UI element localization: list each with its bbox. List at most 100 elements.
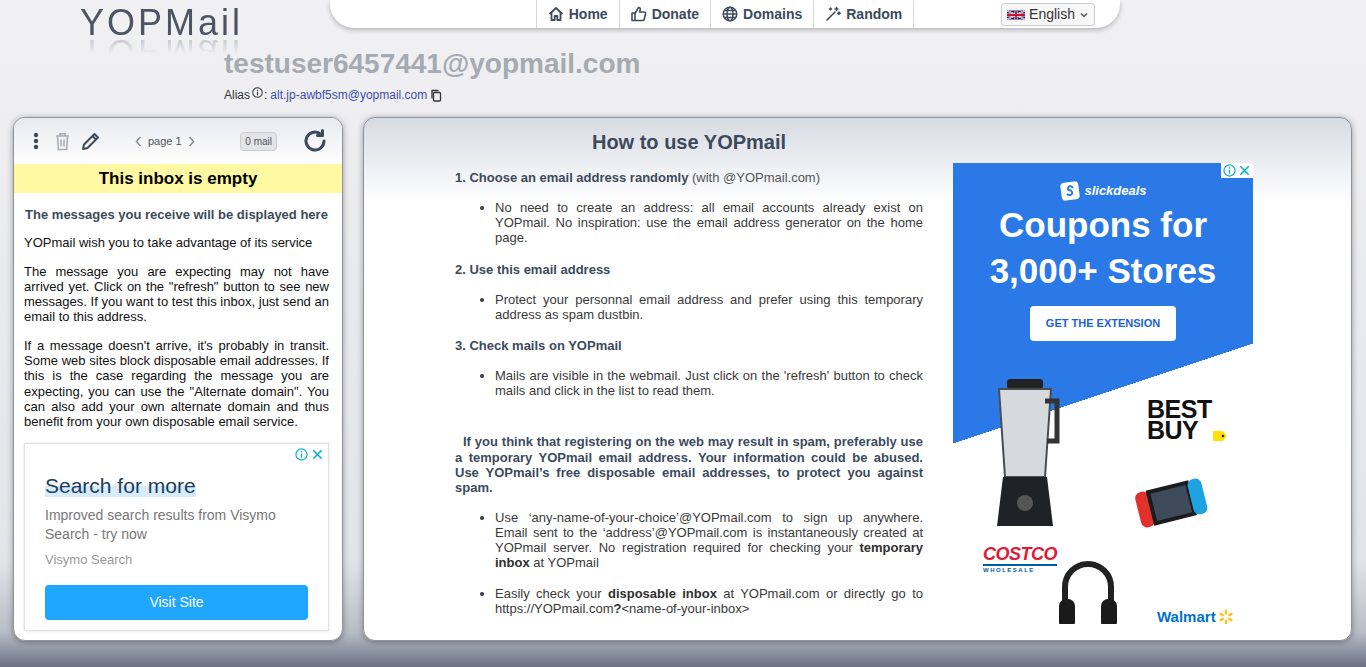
ad-info-icon[interactable] bbox=[295, 448, 308, 461]
help-paragraph: If a message doesn't arrive, it's probab… bbox=[24, 338, 329, 430]
brand-logo: Walmart bbox=[1157, 608, 1234, 624]
help-title: How to use YOPmail bbox=[455, 130, 923, 154]
inbox-address: testuser6457441@yopmail.com bbox=[224, 48, 640, 79]
language-select[interactable]: English bbox=[1001, 3, 1095, 26]
brand-logo: COSTCO WHOLESALE bbox=[983, 545, 1057, 573]
step-heading: 3. Check mails on YOPmail bbox=[455, 338, 923, 353]
text-segment: Easily check your bbox=[495, 586, 608, 601]
nav-item[interactable]: Domains bbox=[710, 0, 813, 28]
step-bullet: Mails are visible in the webmail. Just c… bbox=[495, 368, 923, 398]
menu-icon[interactable] bbox=[33, 132, 39, 150]
nav-label: Random bbox=[846, 4, 902, 25]
ad-close-icon[interactable] bbox=[1238, 164, 1251, 177]
ad-info-icon[interactable] bbox=[1223, 164, 1236, 177]
dropdown-arrow-icon bbox=[1079, 10, 1089, 20]
nav-item[interactable]: Home bbox=[536, 0, 619, 28]
text-segment: <name-of-your-inbox> bbox=[621, 601, 749, 616]
pencil-icon[interactable] bbox=[81, 132, 100, 151]
alias-line: Alias:alt.jp-awbf5sm@yopmail.com bbox=[224, 87, 1366, 103]
step-bullet: Protect your personnal email address and… bbox=[495, 292, 923, 322]
brand-name: Walmart bbox=[1157, 608, 1216, 624]
promo-ad[interactable]: slickdealsCoupons for3,000+ Stores GET TH… bbox=[953, 163, 1253, 624]
info-icon[interactable] bbox=[252, 87, 263, 98]
blender-icon bbox=[985, 379, 1065, 526]
previous-page-icon[interactable] bbox=[135, 136, 142, 147]
ad-advertiser: Visymo Search bbox=[45, 551, 308, 568]
visit-site-button[interactable]: Visit Site bbox=[45, 585, 308, 620]
ad-headline: 3,000+ Stores bbox=[953, 248, 1253, 294]
empty-banner: This inbox is empty bbox=[14, 164, 342, 193]
ad-headline: Coupons for bbox=[953, 202, 1253, 248]
help-panel: How to use YOPmail 1. Choose an email add… bbox=[363, 117, 1352, 641]
step-heading: 1. Choose an email address randomly (wit… bbox=[455, 170, 923, 185]
text-segment: 3. Check mails on YOPmail bbox=[455, 338, 622, 353]
alias-separator: : bbox=[264, 87, 267, 103]
price-tag-icon bbox=[1213, 431, 1227, 441]
uk-flag-icon bbox=[1007, 9, 1025, 21]
nav-label: Donate bbox=[652, 4, 699, 25]
notice-bullets: Use ‘any-name-of-your-choice’@YOPmail.co… bbox=[455, 510, 923, 616]
step-bullets: No need to create an address: all email … bbox=[455, 200, 923, 246]
intro-text: The messages you receive will be display… bbox=[24, 207, 329, 222]
text-segment: 1. Choose an email address randomly bbox=[455, 170, 688, 185]
inbox-help-text: The messages you receive will be display… bbox=[14, 193, 342, 640]
text-segment: Protect your personnal email address and… bbox=[495, 292, 923, 322]
mail-toolbar: page 1 0 mail bbox=[14, 118, 342, 164]
spark-icon bbox=[1218, 609, 1234, 625]
text-segment: Use ‘any-name-of-your-choice’@YOPmail.co… bbox=[495, 510, 923, 555]
ad-logo-text: slickdeals bbox=[1084, 180, 1146, 202]
inbox-address-area: testuser6457441@yopmail.com bbox=[224, 48, 1366, 80]
nav-label: Domains bbox=[743, 4, 802, 25]
text-segment: 2. Use this email address bbox=[455, 262, 610, 277]
headphones-icon bbox=[1057, 555, 1119, 624]
next-page-icon[interactable] bbox=[188, 136, 195, 147]
ad-description: Improved search results from Visymo Sear… bbox=[45, 506, 308, 544]
help-paragraph: YOPmail wish you to take advantage of it… bbox=[24, 235, 329, 250]
refresh-icon[interactable] bbox=[302, 128, 328, 154]
thumbs-up-icon bbox=[631, 6, 647, 22]
pager: page 1 bbox=[135, 133, 195, 150]
notice-bullet: Use ‘any-name-of-your-choice’@YOPmail.co… bbox=[495, 510, 923, 571]
top-bar: YOPMail Home Donate Domains Random English bbox=[0, 0, 1366, 48]
brand-subtitle: WHOLESALE bbox=[983, 567, 1057, 573]
magic-wand-icon bbox=[825, 6, 841, 22]
step-bullets: Mails are visible in the webmail. Just c… bbox=[455, 368, 923, 398]
game-console-icon bbox=[1133, 471, 1209, 533]
nav-menu: Home Donate Domains Random bbox=[536, 0, 914, 28]
text-segment: No need to create an address: all email … bbox=[495, 200, 923, 245]
page-label: page 1 bbox=[148, 133, 182, 150]
inbox-panel: page 1 0 mail This inbox is empty The messa… bbox=[13, 117, 343, 641]
text-segment: (with @YOPmail.com) bbox=[688, 170, 820, 185]
ad-logo: slickdeals bbox=[953, 180, 1253, 202]
step-bullet: No need to create an address: all email … bbox=[495, 200, 923, 246]
ad-title-text[interactable]: Search for more bbox=[45, 474, 196, 497]
alias-label: Alias bbox=[224, 87, 250, 103]
get-extension-button[interactable]: GET THE EXTENSION bbox=[1030, 306, 1176, 341]
help-text-column: How to use YOPmail 1. Choose an email add… bbox=[455, 130, 923, 632]
ad-title: Search for more bbox=[45, 472, 308, 500]
brand-rule bbox=[983, 564, 1057, 566]
help-paragraph: The message you are expecting may not ha… bbox=[24, 264, 329, 325]
text-segment: at YOPmail bbox=[530, 555, 599, 570]
nav-item[interactable]: Donate bbox=[619, 0, 710, 28]
trash-icon bbox=[55, 132, 70, 151]
main-area: page 1 0 mail This inbox is empty The messa… bbox=[0, 103, 1366, 667]
text-segment: disposable inbox bbox=[608, 586, 717, 601]
site-logo[interactable]: YOPMail bbox=[80, 5, 243, 41]
nav-item[interactable]: Random bbox=[813, 0, 914, 28]
copy-icon[interactable] bbox=[430, 89, 442, 102]
step-heading: 2. Use this email address bbox=[455, 262, 923, 277]
nav-label: Home bbox=[569, 4, 608, 25]
brand-name: COSTCO bbox=[983, 545, 1057, 563]
brand-name: BEST BUY bbox=[1147, 399, 1212, 441]
ad-choices bbox=[1221, 163, 1253, 178]
ad-close-icon[interactable] bbox=[311, 448, 324, 461]
alias-address[interactable]: alt.jp-awbf5sm@yopmail.com bbox=[270, 87, 427, 103]
top-nav: Home Donate Domains Random English bbox=[330, 0, 1120, 28]
ad-choices bbox=[295, 448, 324, 461]
mail-count: 0 mail bbox=[240, 132, 277, 151]
text-segment: Mails are visible in the webmail. Just c… bbox=[495, 368, 923, 398]
spam-notice: If you think that registering on the web… bbox=[455, 434, 923, 494]
notice-bullet: Easily check your disposable inbox at YO… bbox=[495, 586, 923, 616]
help-scroll-area[interactable]: How to use YOPmail 1. Choose an email add… bbox=[364, 118, 1351, 640]
